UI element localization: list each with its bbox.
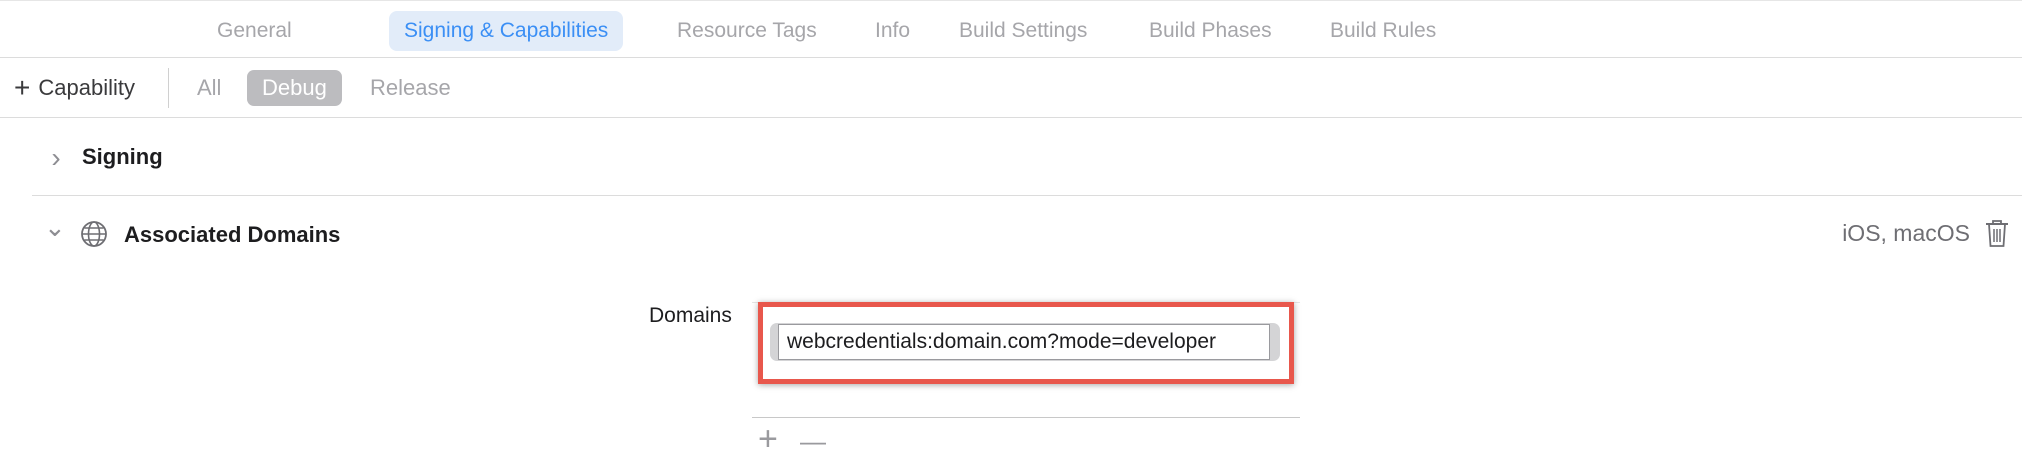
add-capability-label: Capability — [38, 75, 135, 100]
filter-release[interactable]: Release — [355, 70, 466, 106]
chevron-right-icon[interactable]: › — [46, 142, 66, 174]
remove-domain-button[interactable]: — — [800, 426, 826, 456]
tab-build-rules[interactable]: Build Rules — [1315, 11, 1451, 51]
capability-filter-bar: + Capability All Debug Release — [0, 58, 2022, 118]
editor-tab-bar: General Signing & Capabilities Resource … — [0, 0, 2022, 58]
domains-label: Domains — [649, 304, 732, 327]
add-capability-button[interactable]: + Capability — [14, 72, 135, 104]
tab-build-settings[interactable]: Build Settings — [944, 11, 1102, 51]
signing-title: Signing — [82, 144, 163, 169]
trash-icon[interactable] — [1984, 218, 2010, 248]
filter-debug[interactable]: Debug — [247, 70, 342, 106]
platforms-label: iOS, macOS — [1842, 220, 1970, 246]
tab-signing-capabilities[interactable]: Signing & Capabilities — [389, 11, 624, 51]
add-domain-button[interactable]: + — [758, 422, 778, 456]
tab-general[interactable]: General — [202, 11, 307, 51]
plus-icon: + — [14, 72, 31, 103]
highlight-box — [758, 302, 1294, 384]
associated-domains-title: Associated Domains — [124, 222, 341, 247]
chevron-down-icon[interactable]: ⌄ — [44, 212, 66, 243]
globe-icon — [81, 221, 107, 247]
toolbar-divider — [168, 68, 169, 108]
tab-info[interactable]: Info — [860, 11, 925, 51]
filter-all[interactable]: All — [182, 70, 236, 106]
signing-section: › Signing — [32, 118, 2022, 196]
tab-build-phases[interactable]: Build Phases — [1134, 11, 1287, 51]
tab-resource-tags[interactable]: Resource Tags — [662, 11, 832, 51]
